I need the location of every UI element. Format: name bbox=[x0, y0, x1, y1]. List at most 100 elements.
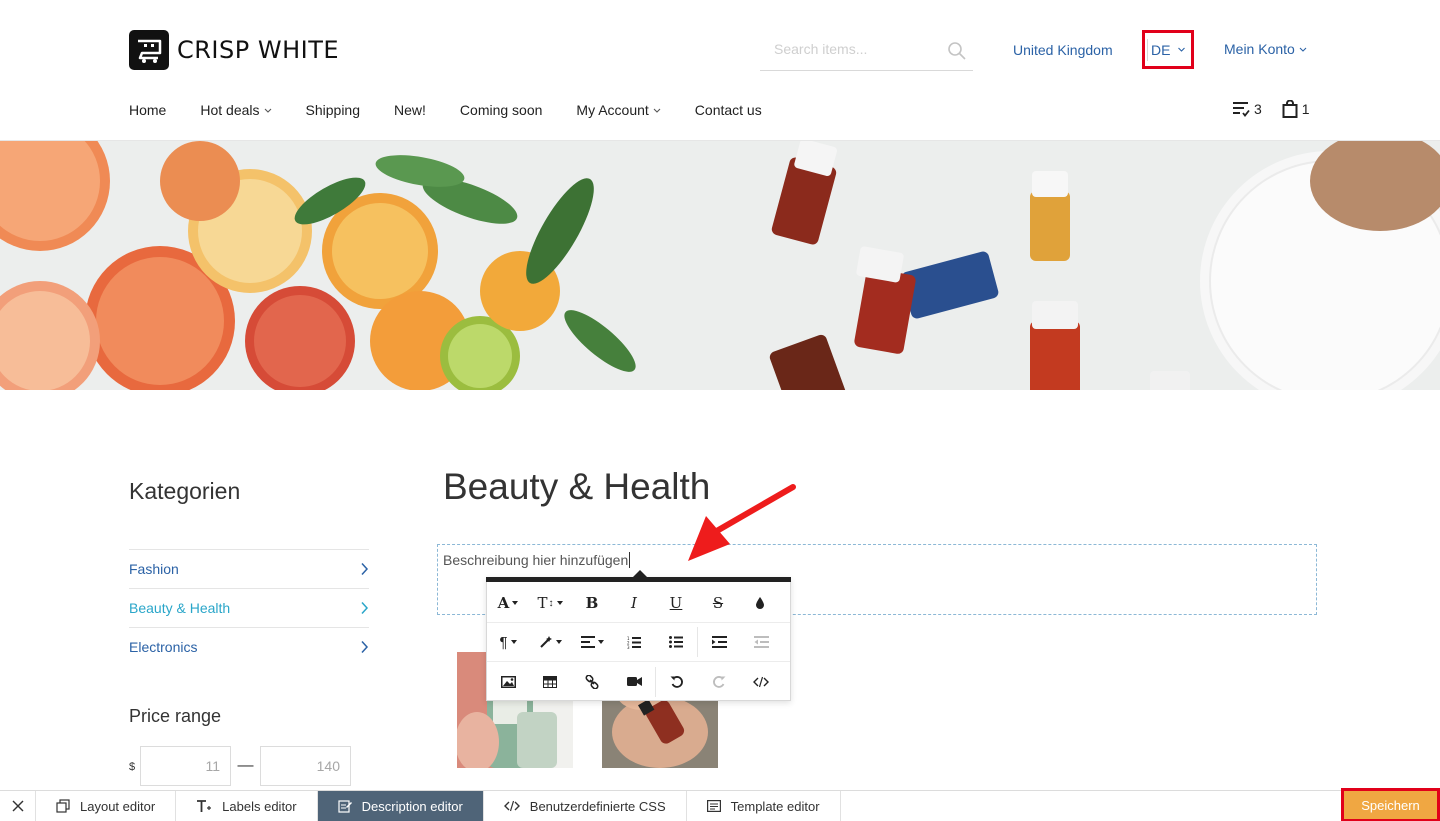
logo[interactable]: CRISP WHITE bbox=[129, 30, 339, 70]
tab-label: Layout editor bbox=[80, 798, 156, 814]
style-wand-icon[interactable] bbox=[529, 623, 571, 662]
wishlist-icon[interactable] bbox=[1232, 101, 1250, 117]
toolbar-row: A T ↕ B I U S bbox=[487, 584, 790, 623]
tab-label: Labels editor bbox=[222, 798, 297, 814]
category-label: Beauty & Health bbox=[129, 600, 231, 616]
svg-text:3: 3 bbox=[627, 645, 630, 649]
range-dash: — bbox=[237, 757, 254, 774]
template-icon bbox=[706, 800, 721, 812]
video-icon[interactable] bbox=[613, 662, 655, 701]
tab-custom-css[interactable]: Benutzerdefinierte CSS bbox=[484, 790, 687, 821]
divider bbox=[1147, 39, 1148, 61]
category-item-fashion[interactable]: Fashion bbox=[129, 549, 369, 588]
nav-item-label: Home bbox=[129, 102, 167, 118]
tab-labels-editor[interactable]: Labels editor bbox=[176, 790, 318, 821]
text-cursor bbox=[629, 552, 631, 568]
nav-item-label: Coming soon bbox=[459, 102, 543, 118]
undo-icon[interactable] bbox=[656, 662, 698, 701]
site-header: CRISP WHITE United Kingdom DE Mein Konto bbox=[0, 0, 1440, 90]
nav-item-new[interactable]: New! bbox=[394, 99, 426, 121]
category-label: Electronics bbox=[129, 639, 198, 655]
editor-bar: Layout editor Labels editor Description … bbox=[0, 788, 1440, 821]
description-text[interactable]: Beschreibung hier hinzufügen bbox=[443, 552, 631, 568]
tab-label: Benutzerdefinierte CSS bbox=[529, 798, 666, 814]
color-drop-icon[interactable] bbox=[739, 584, 781, 623]
annotation-arrow-icon bbox=[688, 484, 796, 561]
category-item-beauty-health[interactable]: Beauty & Health bbox=[129, 588, 369, 627]
save-highlight: Speichern bbox=[1341, 788, 1440, 821]
category-label: Fashion bbox=[129, 561, 179, 577]
nav-item-my-account[interactable]: My Account bbox=[576, 99, 661, 121]
chevron-down-icon bbox=[264, 108, 271, 113]
save-button[interactable]: Speichern bbox=[1344, 791, 1437, 819]
nav-item-label: Shipping bbox=[305, 102, 361, 118]
chevron-right-icon bbox=[361, 562, 369, 576]
chevron-down-icon bbox=[1178, 47, 1185, 52]
code-icon bbox=[503, 800, 520, 812]
country-selector[interactable]: United Kingdom bbox=[1013, 42, 1113, 58]
italic-icon[interactable]: I bbox=[613, 584, 655, 623]
search-input[interactable] bbox=[760, 34, 940, 64]
nav-item-shipping[interactable]: Shipping bbox=[306, 99, 361, 121]
redo-icon[interactable] bbox=[698, 662, 740, 701]
language-label: DE bbox=[1151, 42, 1171, 58]
price-range-title: Price range bbox=[129, 706, 222, 726]
search-icon[interactable] bbox=[947, 41, 967, 61]
wishlist-count: 3 bbox=[1254, 101, 1262, 117]
chevron-down-icon bbox=[653, 108, 661, 113]
table-icon[interactable] bbox=[529, 662, 571, 701]
category-item-electronics[interactable]: Electronics bbox=[129, 627, 369, 666]
link-icon[interactable] bbox=[571, 662, 613, 701]
cart-count: 1 bbox=[1301, 101, 1310, 117]
nav-item-coming-soon[interactable]: Coming soon bbox=[460, 99, 543, 121]
text-size-icon bbox=[196, 799, 212, 813]
nav-item-label: Contact us bbox=[694, 102, 762, 118]
price-min-input[interactable] bbox=[140, 746, 231, 786]
price-range: $ — bbox=[129, 746, 351, 786]
paragraph-icon[interactable]: ¶ bbox=[487, 623, 529, 662]
close-button[interactable] bbox=[0, 790, 36, 821]
nav-item-label: Hot deals bbox=[200, 102, 260, 118]
nav-item-hot-deals[interactable]: Hot deals bbox=[200, 99, 271, 121]
sidebar-title: Kategorien bbox=[129, 478, 241, 504]
nav-item-home[interactable]: Home bbox=[129, 99, 166, 121]
close-icon bbox=[12, 800, 23, 812]
font-family-icon[interactable]: A bbox=[487, 584, 529, 623]
underline-icon[interactable]: U bbox=[655, 584, 697, 623]
edit-document-icon bbox=[338, 799, 352, 813]
language-selector[interactable]: DE bbox=[1142, 30, 1194, 69]
layers-icon bbox=[56, 799, 70, 813]
tab-description-editor[interactable]: Description editor bbox=[317, 790, 484, 821]
indent-icon[interactable] bbox=[698, 623, 740, 662]
font-size-icon[interactable]: T ↕ bbox=[529, 584, 571, 623]
unordered-list-icon[interactable] bbox=[655, 623, 697, 662]
tab-label: Template editor bbox=[730, 798, 820, 814]
chevron-right-icon bbox=[361, 640, 369, 654]
header-shortcuts: 3 1 bbox=[1232, 100, 1310, 118]
align-icon[interactable] bbox=[571, 623, 613, 662]
image-icon[interactable] bbox=[487, 662, 529, 701]
tab-layout-editor[interactable]: Layout editor bbox=[36, 790, 177, 821]
rich-text-toolbar: A T ↕ B I U S ¶ 123 bbox=[486, 570, 791, 701]
main-navigation: Home Hot deals Shipping New! Coming soon My A… bbox=[129, 99, 796, 121]
strikethrough-icon[interactable]: S bbox=[697, 584, 739, 623]
hero-banner bbox=[0, 141, 1440, 390]
code-view-icon[interactable] bbox=[740, 662, 782, 701]
outdent-icon[interactable] bbox=[740, 623, 782, 662]
tab-template-editor[interactable]: Template editor bbox=[687, 790, 841, 821]
ordered-list-icon[interactable]: 123 bbox=[613, 623, 655, 662]
nav-item-label: My Account bbox=[576, 102, 649, 118]
account-menu[interactable]: Mein Konto bbox=[1224, 41, 1307, 57]
bold-icon[interactable]: B bbox=[571, 584, 613, 623]
toolbar-row bbox=[487, 662, 790, 701]
account-label: Mein Konto bbox=[1224, 41, 1295, 57]
nav-item-label: New! bbox=[394, 102, 426, 118]
hero-image bbox=[0, 141, 1440, 390]
category-list: Fashion Beauty & Health Electronics bbox=[129, 549, 369, 666]
cart-logo-icon bbox=[129, 30, 169, 70]
cart-bag-icon[interactable] bbox=[1282, 100, 1298, 118]
toolbar-row: ¶ 123 bbox=[487, 623, 790, 662]
nav-item-contact-us[interactable]: Contact us bbox=[695, 99, 762, 121]
tab-label: Description editor bbox=[361, 798, 463, 814]
price-max-input[interactable] bbox=[260, 746, 351, 786]
